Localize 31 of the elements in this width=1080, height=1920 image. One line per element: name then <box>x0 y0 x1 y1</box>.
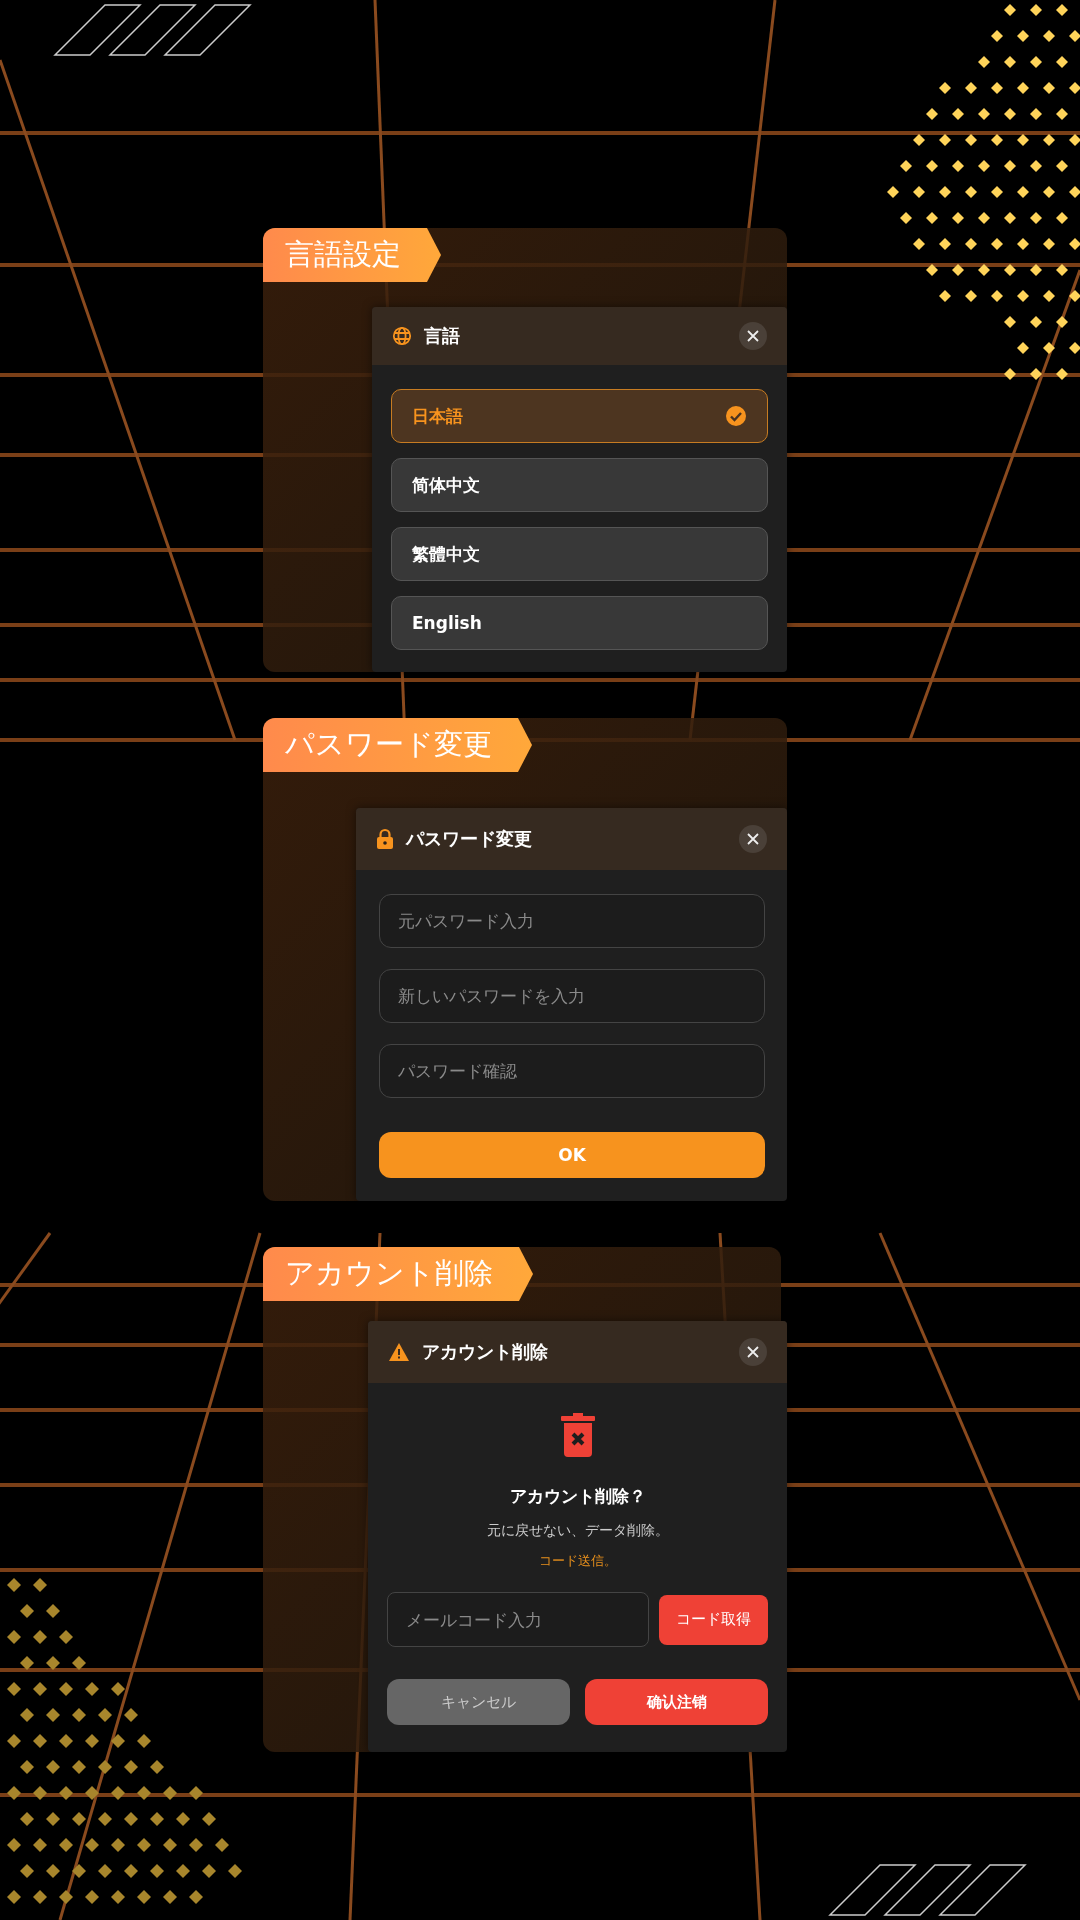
dialog-title: 言語 <box>424 324 461 348</box>
get-code-button[interactable]: コード取得 <box>659 1594 768 1645</box>
code-note: コード送信。 <box>538 1552 617 1570</box>
globe-icon <box>392 326 412 346</box>
language-option[interactable]: 繁體中文 <box>391 527 768 581</box>
warning-icon <box>388 1342 410 1362</box>
close-icon <box>746 329 760 343</box>
close-button[interactable] <box>739 322 767 350</box>
confirm-heading: アカウント削除？ <box>509 1485 646 1508</box>
language-option[interactable]: 日本語 <box>391 389 768 443</box>
warning-message: 元に戻せない、データ削除。 <box>486 1522 669 1540</box>
close-icon <box>746 1345 760 1359</box>
code-field[interactable]: メールコード入力 <box>387 1592 649 1647</box>
trash-icon <box>560 1413 595 1457</box>
section-ribbon: パスワード変更 <box>263 718 532 772</box>
dialog-title: パスワード変更 <box>406 827 533 851</box>
lock-icon <box>376 828 394 850</box>
language-option[interactable]: English <box>391 596 768 650</box>
confirm-button[interactable]: 确认注销 <box>585 1679 768 1725</box>
password-field[interactable]: 元パスワード入力 <box>379 894 765 948</box>
password-field[interactable]: 新しいパスワードを入力 <box>379 969 765 1023</box>
close-button[interactable] <box>739 1338 767 1366</box>
language-option[interactable]: 简体中文 <box>391 458 768 512</box>
check-icon <box>725 405 747 427</box>
close-button[interactable] <box>739 825 767 853</box>
close-icon <box>746 832 760 846</box>
section-ribbon: 言語設定 <box>263 228 441 282</box>
password-field[interactable]: パスワード確認 <box>379 1044 765 1098</box>
cancel-button[interactable]: キャンセル <box>387 1679 570 1725</box>
dialog-title: アカウント削除 <box>422 1340 549 1364</box>
section-ribbon: アカウント削除 <box>263 1247 533 1301</box>
